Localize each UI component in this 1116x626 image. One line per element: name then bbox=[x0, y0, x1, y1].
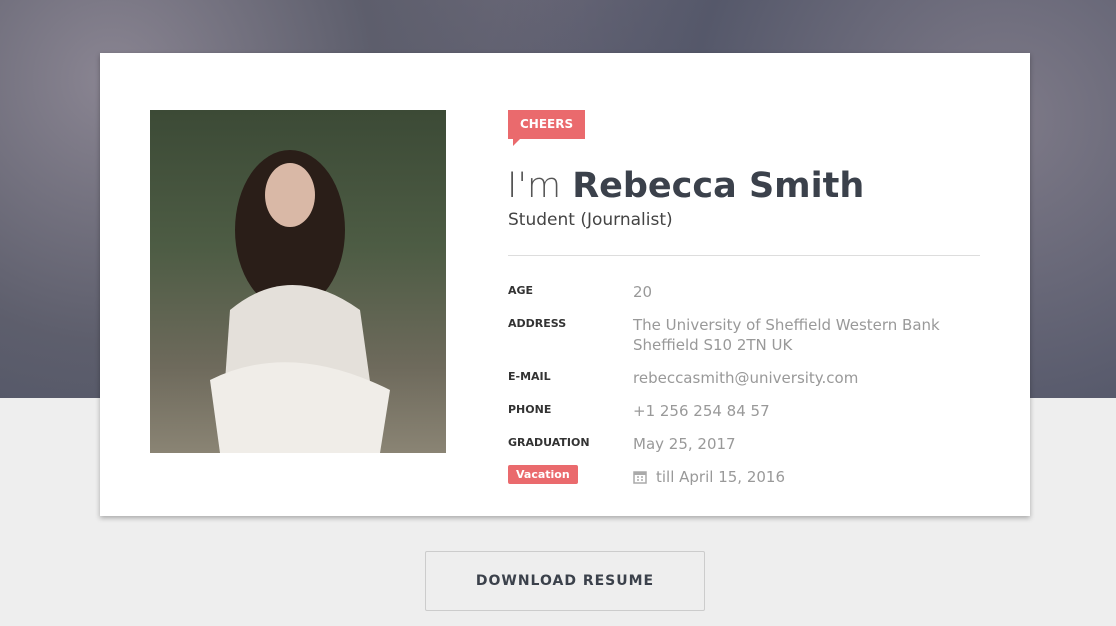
vacation-value: till April 15, 2016 bbox=[633, 467, 785, 487]
age-value: 20 bbox=[633, 283, 653, 301]
divider bbox=[508, 255, 980, 256]
vacation-badge: Vacation bbox=[508, 465, 578, 484]
address-label: ADDRESS bbox=[508, 317, 567, 330]
address-line-2: Sheffield S10 2TN UK bbox=[633, 336, 793, 354]
address-line-1: The University of Sheffield Western Bank bbox=[633, 316, 940, 334]
profile-name: I'm Rebecca Smith bbox=[507, 166, 865, 206]
age-label: AGE bbox=[508, 284, 534, 297]
email-label: E-MAIL bbox=[508, 370, 551, 383]
profile-photo bbox=[150, 110, 446, 453]
calendar-icon bbox=[633, 471, 647, 484]
vacation-date: till April 15, 2016 bbox=[656, 468, 786, 486]
cheers-tag: CHEERS bbox=[508, 110, 586, 146]
phone-label: PHONE bbox=[508, 403, 552, 416]
profile-role: Student (Journalist) bbox=[508, 210, 673, 230]
download-resume-button[interactable]: DOWNLOAD RESUME bbox=[425, 551, 705, 611]
profile-card: CHEERS I'm Rebecca Smith Student (Journa… bbox=[100, 53, 1030, 516]
graduation-label: GRADUATION bbox=[508, 436, 590, 449]
address-value: The University of Sheffield Western Bank… bbox=[633, 315, 940, 355]
graduation-value: May 25, 2017 bbox=[633, 435, 736, 453]
email-value[interactable]: rebeccasmith@university.com bbox=[633, 368, 858, 388]
phone-value: +1 256 254 84 57 bbox=[633, 402, 770, 420]
